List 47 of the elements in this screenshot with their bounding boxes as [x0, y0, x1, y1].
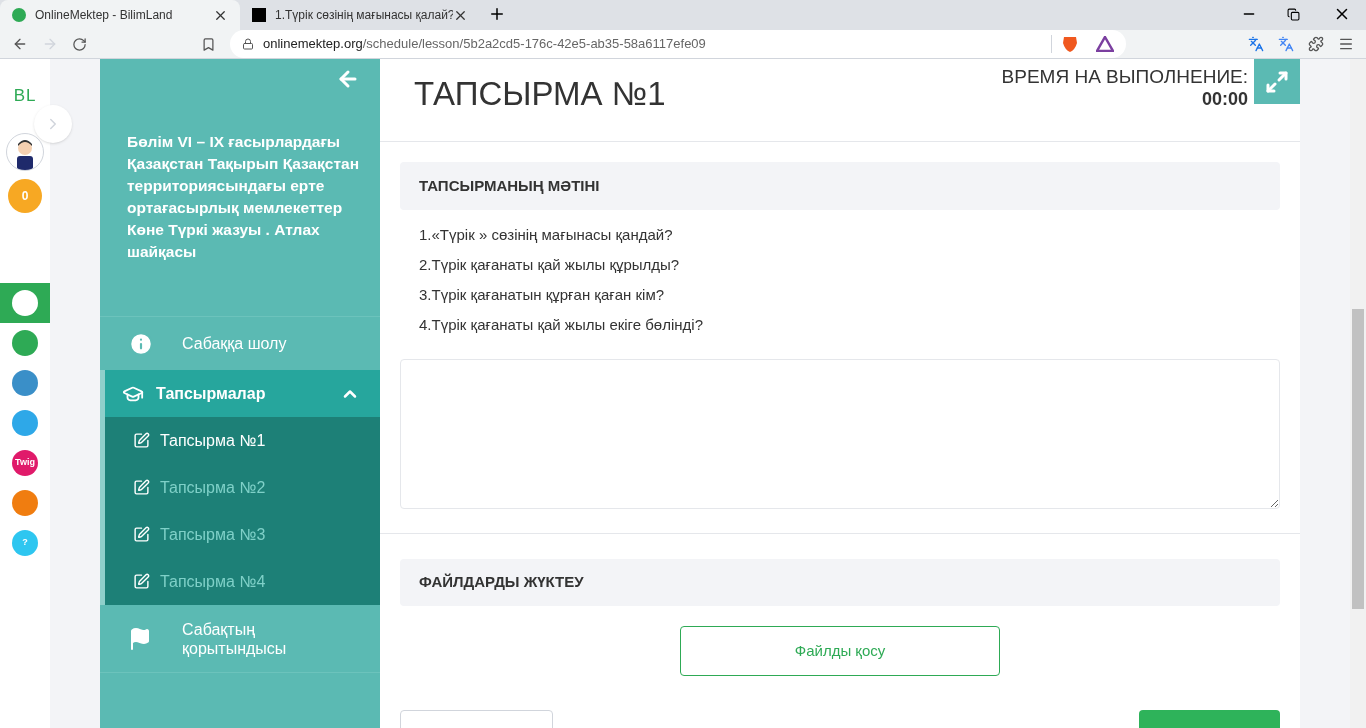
restore-icon[interactable] [1287, 8, 1300, 21]
points-badge: 0 [8, 178, 42, 213]
bookmark-icon[interactable] [201, 36, 216, 52]
lock-icon [242, 38, 254, 50]
timer-value: 00:00 [1201, 88, 1248, 110]
avatar[interactable] [6, 132, 44, 171]
task-link[interactable]: Тапсырма №4 [105, 558, 380, 605]
task-link[interactable]: Тапсырма №1 [105, 417, 380, 464]
lion-shield-icon [1062, 35, 1078, 53]
browser-tab[interactable]: OnlineMektep - BilimLand [0, 0, 240, 30]
site-icon [12, 8, 26, 22]
new-tab-icon[interactable] [488, 5, 506, 23]
task-link[interactable]: Тапсырма №2 [105, 464, 380, 511]
address-bar[interactable]: onlinemektep.org/schedule/lesson/5b2a2cd5-176c-42e5-ab35-58a6117efe09 [230, 30, 1126, 58]
edit-icon [133, 573, 150, 590]
app-tile[interactable] [0, 282, 50, 323]
sidebar-section[interactable]: Тапсырмалар [100, 370, 380, 417]
logo[interactable]: BL [13, 83, 37, 109]
fullscreen-button[interactable] [1254, 59, 1300, 104]
app-logo: Twig [12, 449, 38, 476]
edit-icon [133, 479, 150, 496]
translate-icon[interactable] [1248, 36, 1264, 52]
lesson-title: Бөлім VI – IX ғасырлардағы Қазақстан Тақырып Қазақстан территориясындағы ерте ортағасырлық мемлекеттер Көне Түркі жазуы . Атлах шайқасы [126, 132, 361, 262]
section-label: Тапсырмалар [156, 383, 267, 404]
tab-title: OnlineMektep - BilimLand [35, 7, 174, 24]
section-header: ФАЙЛДАРДЫ ЖҮКТЕУ [400, 559, 1280, 606]
edit-icon [133, 432, 150, 449]
question-text: 3.Түрік қағанатын құрған қаған кім? [419, 285, 666, 305]
timer-label: ВРЕМЯ НА ВЫПОЛНЕНИЕ: [1001, 66, 1248, 88]
triangle-icon [1096, 36, 1114, 52]
flag-icon [128, 626, 152, 651]
question-text: 1.«Түрік » сөзінің мағынасы қандай? [419, 225, 674, 245]
menu-icon[interactable] [1338, 36, 1354, 52]
expand-arrows-icon [1265, 69, 1289, 94]
task-link[interactable]: Тапсырма №3 [105, 511, 380, 558]
app-logo: ? [12, 529, 38, 556]
extensions-icon[interactable] [1308, 36, 1324, 52]
reload-icon[interactable] [72, 36, 87, 52]
section-header: ТАПСЫРМАНЫҢ МӘТІНІ [400, 162, 1280, 210]
back-icon[interactable] [12, 36, 28, 52]
question-text: 2.Түрік қағанаты қай жылы құрылды? [419, 255, 681, 275]
task-title: ТАПСЫРМА №1 [414, 74, 667, 114]
add-file-button[interactable]: Файлды қосу [680, 626, 1000, 676]
edit-icon [133, 526, 150, 543]
question-text: 4.Түрік қағанаты қай жылы екіге бөлінді? [419, 315, 704, 335]
site-icon [252, 8, 266, 22]
translate-icon[interactable] [1278, 36, 1294, 52]
